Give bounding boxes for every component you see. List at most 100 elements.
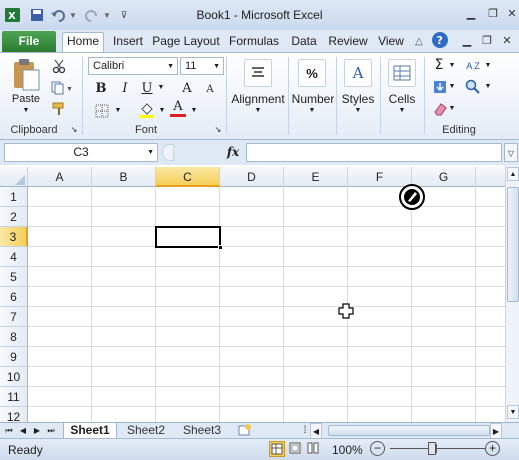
cut-icon[interactable] [50, 58, 68, 74]
column-header-c[interactable]: C [156, 167, 220, 187]
clear-icon[interactable] [432, 101, 448, 117]
font-color-dropdown-icon[interactable]: ▼ [190, 107, 198, 114]
close-button[interactable]: ✕ [503, 6, 519, 22]
zoom-slider-track[interactable] [390, 448, 486, 449]
row-header-7[interactable]: 7 [0, 307, 28, 327]
doc-restore-button[interactable]: ❐ [478, 33, 496, 49]
font-name-select[interactable]: Calibri ▼ [88, 57, 178, 75]
first-sheet-icon[interactable]: ⏮ [3, 423, 15, 439]
column-header-b[interactable]: B [92, 167, 156, 187]
scroll-left-arrow-icon[interactable]: ◀ [310, 423, 322, 439]
font-size-select[interactable]: 11 ▼ [180, 57, 224, 75]
alignment-group-label[interactable]: Alignment [228, 92, 288, 106]
clipboard-launcher-icon[interactable]: ↘ [70, 125, 78, 134]
scroll-up-arrow-icon[interactable]: ▲ [507, 167, 519, 181]
fill-handle[interactable] [218, 245, 223, 250]
scroll-right-arrow-icon[interactable]: ▶ [490, 423, 502, 439]
zoom-slider-thumb[interactable] [428, 442, 436, 455]
paste-dropdown-icon[interactable]: ▼ [20, 107, 32, 114]
vertical-scrollbar[interactable]: ▲ ▼ [505, 165, 519, 422]
borders-icon[interactable] [94, 103, 110, 119]
column-header-a[interactable]: A [28, 167, 92, 187]
tab-view[interactable]: View [376, 33, 406, 52]
tab-split-handle[interactable]: ⁞ [302, 423, 308, 439]
row-header-10[interactable]: 10 [0, 367, 28, 387]
styles-icon[interactable]: A [344, 59, 372, 87]
sheet-tab-sheet3[interactable]: Sheet3 [176, 423, 228, 439]
row-header-9[interactable]: 9 [0, 347, 28, 367]
row-header-3[interactable]: 3 [0, 227, 28, 247]
last-sheet-icon[interactable]: ⏭ [45, 423, 57, 439]
normal-view-icon[interactable] [269, 441, 285, 457]
format-painter-icon[interactable] [50, 101, 68, 117]
paste-icon[interactable] [10, 57, 42, 93]
cells-group-label[interactable]: Cells [384, 92, 420, 106]
row-header-5[interactable]: 5 [0, 267, 28, 287]
fill-color-icon[interactable] [138, 101, 156, 119]
cells-icon[interactable] [388, 59, 416, 87]
grow-font-button[interactable]: A [180, 80, 194, 96]
doc-minimize-button[interactable]: ▁ [458, 33, 476, 49]
fill-dropdown-icon[interactable]: ▼ [448, 83, 456, 90]
minimize-button[interactable]: ▁ [462, 6, 480, 22]
next-sheet-icon[interactable]: ▶ [31, 423, 43, 439]
font-launcher-icon[interactable]: ↘ [214, 125, 222, 134]
name-box-dropdown-icon[interactable]: ▼ [147, 144, 154, 161]
fill-icon[interactable] [432, 79, 448, 95]
fill-color-dropdown-icon[interactable]: ▼ [158, 107, 166, 114]
tab-formulas[interactable]: Formulas [228, 33, 280, 52]
font-color-button[interactable]: A [170, 99, 186, 114]
cell-area[interactable] [28, 187, 505, 422]
autosum-dropdown-icon[interactable]: ▼ [448, 62, 456, 69]
row-header-1[interactable]: 1 [0, 187, 28, 207]
column-header-e[interactable]: E [284, 167, 348, 187]
underline-dropdown-icon[interactable]: ▼ [157, 84, 165, 91]
sheet-tab-sheet1[interactable]: Sheet1 [63, 423, 117, 439]
page-break-view-icon[interactable] [306, 441, 322, 457]
vertical-scroll-thumb[interactable] [507, 187, 519, 302]
horizontal-scroll-thumb[interactable] [328, 425, 490, 436]
number-dropdown-icon[interactable]: ▼ [308, 107, 316, 114]
doc-close-button[interactable]: ✕ [498, 33, 516, 49]
tab-page-layout[interactable]: Page Layout [152, 33, 220, 52]
bold-button[interactable]: B [94, 80, 108, 96]
italic-button[interactable]: I [118, 80, 132, 96]
tab-home[interactable]: Home [62, 32, 104, 52]
tab-data[interactable]: Data [289, 33, 319, 52]
row-header-12[interactable]: 12 [0, 407, 28, 422]
insert-function-button[interactable]: fx [224, 144, 242, 161]
find-select-dropdown-icon[interactable]: ▼ [484, 83, 492, 90]
insert-worksheet-icon[interactable] [234, 423, 254, 439]
clear-dropdown-icon[interactable]: ▼ [448, 105, 456, 112]
tab-file[interactable]: File [2, 31, 56, 52]
row-header-2[interactable]: 2 [0, 207, 28, 227]
alignment-dropdown-icon[interactable]: ▼ [254, 107, 262, 114]
number-format-icon[interactable]: % [298, 59, 326, 87]
sort-filter-dropdown-icon[interactable]: ▼ [484, 62, 492, 69]
sort-filter-icon[interactable]: A Z [462, 57, 484, 75]
zoom-level[interactable]: 100% [332, 443, 363, 457]
restore-button[interactable]: ❐ [484, 6, 502, 22]
scroll-down-arrow-icon[interactable]: ▼ [507, 405, 519, 419]
tab-insert[interactable]: Insert [110, 33, 146, 52]
zoom-out-button[interactable]: − [370, 441, 385, 456]
help-icon[interactable]: ? [430, 31, 450, 49]
zoom-in-button[interactable]: + [485, 441, 500, 456]
name-box[interactable]: C3 ▼ [4, 143, 158, 162]
find-select-icon[interactable] [464, 79, 482, 95]
number-group-label[interactable]: Number [290, 92, 336, 106]
alignment-icon[interactable] [244, 59, 272, 87]
column-header-d[interactable]: D [220, 167, 284, 187]
row-header-4[interactable]: 4 [0, 247, 28, 267]
styles-dropdown-icon[interactable]: ▼ [354, 107, 362, 114]
previous-sheet-icon[interactable]: ◀ [17, 423, 29, 439]
tab-review[interactable]: Review [327, 33, 369, 52]
minimize-ribbon-icon[interactable]: △ [413, 32, 425, 50]
formula-bar-resize-handle[interactable] [162, 144, 174, 161]
styles-group-label[interactable]: Styles [338, 92, 378, 106]
formula-input[interactable] [246, 143, 502, 162]
sheet-tab-sheet2[interactable]: Sheet2 [120, 423, 172, 439]
shrink-font-button[interactable]: A [204, 82, 216, 96]
cells-dropdown-icon[interactable]: ▼ [398, 107, 406, 114]
select-all-button[interactable] [0, 167, 28, 187]
